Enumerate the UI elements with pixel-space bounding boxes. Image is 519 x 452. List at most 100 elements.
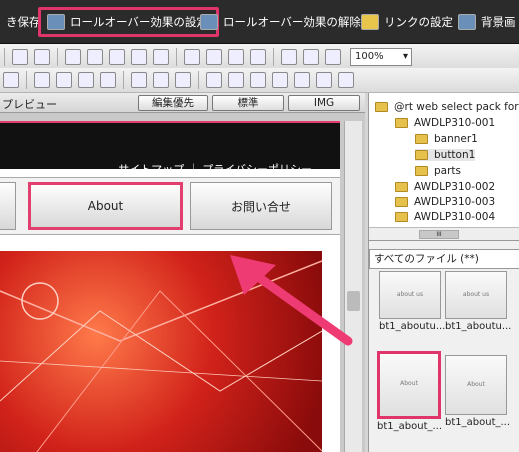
table-insert-icon[interactable] — [131, 72, 147, 88]
pen-icon[interactable] — [65, 48, 81, 65]
site-header: サイトマップ ｜ プライバシーポリシー — [0, 121, 340, 176]
thumbnail-image: About — [445, 355, 507, 415]
preview-label: プレビュー — [2, 98, 57, 111]
zoom-select[interactable]: 100% — [350, 47, 412, 66]
folder-icon — [395, 212, 408, 222]
nav-contact-button[interactable]: お問い合せ — [190, 182, 332, 230]
thumbnail-caption: bt1_about_... — [445, 417, 511, 428]
check-icon[interactable] — [206, 48, 222, 65]
align-icon[interactable] — [272, 72, 288, 88]
nav-about-button[interactable]: About — [28, 182, 183, 230]
rollover-remove-icon — [200, 14, 218, 30]
thumbnail-item[interactable]: About bt1_about_... — [445, 355, 511, 428]
cell-icon[interactable] — [206, 72, 222, 88]
col-insert-icon[interactable] — [175, 72, 191, 88]
link-icon — [361, 14, 379, 30]
link-settings-button[interactable]: リンクの設定 — [355, 7, 459, 37]
tree-item[interactable]: AWDLP310-003 — [395, 196, 495, 208]
tree-item-label: AWDLP310-001 — [414, 117, 496, 129]
row-insert-icon[interactable] — [153, 72, 169, 88]
image-icon[interactable] — [87, 48, 103, 65]
style-select[interactable]: 標準 — [212, 95, 284, 111]
folder-icon — [415, 166, 428, 176]
thumbnail-item-selected[interactable]: About bt1_about_... — [377, 351, 442, 432]
edit-mode-select[interactable]: 編集優先 — [138, 95, 208, 111]
list-icon[interactable] — [228, 48, 244, 65]
right-panel: @rt web select pack for H AWDLP310-001 b… — [368, 93, 519, 452]
font-color-icon[interactable] — [78, 72, 94, 88]
editor-canvas[interactable]: サイトマップ ｜ プライバシーポリシー About お問い合せ — [0, 113, 365, 452]
split-icon[interactable] — [250, 72, 266, 88]
text-a-icon[interactable] — [184, 48, 200, 65]
tree-hscrollbar[interactable]: III — [369, 227, 519, 240]
zoom-fit-icon[interactable] — [325, 48, 341, 65]
thumbnail-item[interactable]: about us bt1_aboutu... — [445, 271, 512, 343]
pink-arrow — [230, 255, 353, 346]
thumbnail-caption: bt1_about_... — [377, 421, 443, 432]
width-icon[interactable] — [316, 72, 332, 88]
tree-root[interactable]: @rt web select pack for H — [375, 101, 519, 113]
thumbnail-caption: bt1_aboutu... — [379, 321, 446, 332]
form-icon[interactable] — [34, 48, 50, 65]
font-larger-icon[interactable] — [34, 72, 50, 88]
link-settings-label: リンクの設定 — [384, 15, 453, 29]
thumbnail-caption: bt1_aboutu... — [445, 321, 512, 332]
folder-icon — [395, 182, 408, 192]
img-select[interactable]: IMG — [288, 95, 360, 111]
nav-contact-label: お問い合せ — [230, 199, 291, 214]
tree-item-label: AWDLP310-004 — [414, 211, 496, 223]
utility-links[interactable]: サイトマップ ｜ プライバシーポリシー — [118, 161, 312, 177]
folder-open-icon — [415, 150, 428, 160]
save-label: き保存 — [6, 15, 41, 29]
set-rollover-button[interactable]: ロールオーバー効果の設定 — [38, 7, 219, 37]
zoom-in-icon[interactable] — [281, 48, 297, 65]
strike-icon[interactable] — [3, 72, 19, 88]
nav-about-label: About — [87, 199, 124, 213]
remove-rollover-label: ロールオーバー効果の解除 — [223, 15, 361, 29]
folder-tree: @rt web select pack for H AWDLP310-001 b… — [369, 93, 519, 241]
thumbnail-item[interactable]: about us bt1_aboutu... — [379, 271, 446, 343]
toolbar-row-2 — [0, 68, 519, 93]
height-icon[interactable] — [338, 72, 354, 88]
merge-icon[interactable] — [228, 72, 244, 88]
site-nav: About お問い合せ — [0, 177, 340, 235]
ribbon: き保存 ロールオーバー効果の設定 ロールオーバー効果の解除 リンクの設定 背景画 — [0, 0, 519, 44]
zoom-out-icon[interactable] — [303, 48, 319, 65]
remove-rollover-button[interactable]: ロールオーバー効果の解除 — [194, 7, 367, 37]
background-label: 背景画 — [481, 15, 516, 29]
app-window: き保存 ロールオーバー効果の設定 ロールオーバー効果の解除 リンクの設定 背景画… — [0, 0, 519, 452]
hr-icon[interactable] — [109, 48, 125, 65]
folder-icon — [375, 102, 388, 112]
tree-item[interactable]: AWDLP310-002 — [395, 181, 495, 193]
tree-root-label: @rt web select pack for H — [394, 101, 519, 113]
grid-icon[interactable] — [131, 48, 147, 65]
table-icon[interactable] — [12, 48, 28, 65]
tree-item-selected[interactable]: button1 — [415, 149, 476, 161]
valign-icon[interactable] — [294, 72, 310, 88]
tree-item[interactable]: parts — [415, 165, 461, 177]
style-icon[interactable] — [100, 72, 116, 88]
tree-item[interactable]: banner1 — [415, 133, 478, 145]
thumbnail-grid: about us bt1_aboutu... about us bt1_abou… — [369, 271, 519, 452]
thumbnail-image: about us — [445, 271, 507, 319]
layer-icon[interactable] — [153, 48, 169, 65]
nav-left-edge — [0, 182, 16, 230]
tree-item-label: parts — [434, 165, 462, 177]
tree-item[interactable]: AWDLP310-004 — [395, 211, 495, 223]
folder-icon — [395, 118, 408, 128]
background-image-button[interactable]: 背景画 — [452, 7, 519, 37]
tree-hscroll-thumb[interactable]: III — [419, 230, 459, 239]
preview-bar: プレビュー 編集優先 標準 IMG — [0, 93, 365, 113]
tree-item[interactable]: AWDLP310-001 — [395, 117, 495, 129]
file-filter-select[interactable]: すべてのファイル (**) — [369, 249, 519, 269]
set-rollover-label: ロールオーバー効果の設定 — [70, 15, 208, 29]
tree-item-label: button1 — [434, 149, 476, 161]
thumbnail-image: About — [377, 351, 441, 419]
tree-item-label: AWDLP310-002 — [414, 181, 496, 193]
background-icon — [458, 14, 476, 30]
font-smaller-icon[interactable] — [56, 72, 72, 88]
thumbnail-image: about us — [379, 271, 441, 319]
folder-icon — [415, 134, 428, 144]
tree-item-label: AWDLP310-003 — [414, 196, 496, 208]
edit-icon[interactable] — [250, 48, 266, 65]
